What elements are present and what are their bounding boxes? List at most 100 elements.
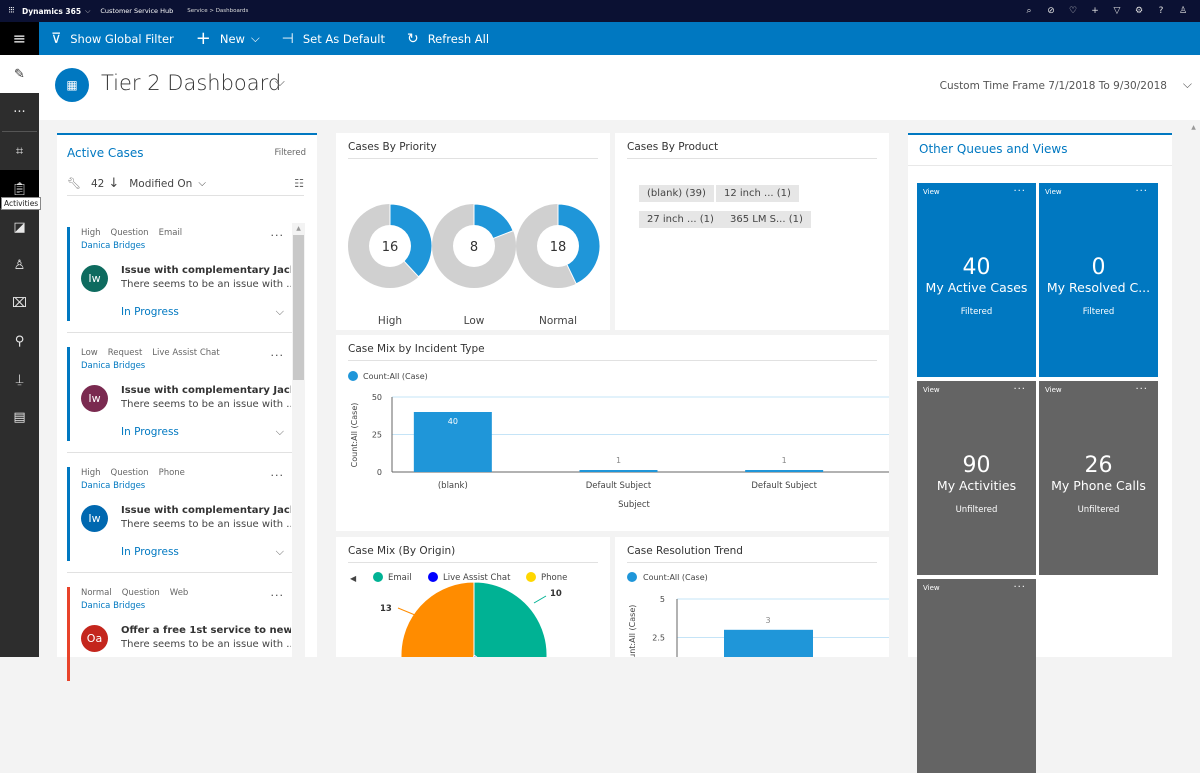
case-list-item[interactable]: Low Request Live Assist Chat Danica Bridges… [67,343,292,453]
case-subject[interactable]: Issue with complementary Jack... [121,505,291,516]
help-icon[interactable]: ? [1150,6,1172,16]
product-tag[interactable]: 27 inch ... (1) [639,211,722,228]
plus-icon[interactable]: + [1084,6,1106,16]
view-list-icon[interactable]: ☷ [294,177,304,190]
accounts-icon[interactable]: ⍊ [0,360,39,398]
expand-chevron-icon[interactable]: ⌵ [276,545,284,559]
case-list-item[interactable]: High Question Email Danica Bridges ··· Iw Issu… [67,223,292,333]
tile-view-label[interactable]: View [1045,386,1062,394]
y-tick-label: 5 [660,595,665,604]
case-owner-link[interactable]: Danica Bridges [81,241,145,251]
more-options-icon[interactable]: ··· [1013,384,1026,395]
legend-prev-icon[interactable]: ◀ [350,574,357,583]
more-options-icon[interactable]: ··· [1135,186,1148,197]
case-owner-link[interactable]: Danica Bridges [81,481,145,491]
queue-tile[interactable]: View ··· 0 My Resolved C... Filtered [1039,183,1158,377]
case-subject[interactable]: Issue with complementary Jack... [121,265,291,276]
tile-view-label[interactable]: View [1045,188,1062,196]
user-icon[interactable]: ♙ [1172,6,1194,16]
product-tag[interactable]: (blank) (39) [639,185,714,202]
scroll-up-icon[interactable]: ▲ [1187,124,1200,131]
product-tag[interactable]: 12 inch ... (1) [716,185,799,202]
legend-label[interactable]: Live Assist Chat [443,573,511,583]
pie-slice-email[interactable] [473,581,548,657]
case-list-item[interactable]: Normal Question Web Danica Bridges ··· Oa Offe… [67,583,292,693]
knowledge-icon[interactable]: ⚲ [0,322,39,360]
case-list-item[interactable]: High Question Phone Danica Bridges ··· Iw Issu… [67,463,292,573]
wrench-icon[interactable]: 🔧︎ [67,177,81,190]
more-options-icon[interactable]: ··· [271,229,285,242]
bar[interactable] [579,470,658,472]
more-options-icon[interactable]: ··· [271,349,285,362]
scrollbar-thumb[interactable] [293,235,304,380]
lightbulb-icon[interactable]: ♡ [1062,6,1084,16]
filter-icon[interactable]: ▽ [1106,6,1128,16]
case-status[interactable]: In Progress [121,306,179,318]
bar[interactable] [724,629,813,657]
case-subject[interactable]: Offer a free 1st service to new c... [121,625,291,636]
dashboards-icon[interactable]: ⌗ [0,132,39,170]
task-icon[interactable]: ⊘ [1040,6,1062,16]
queue-tile[interactable]: View ··· 26 My Phone Calls Unfiltered [1039,381,1158,575]
waffle-icon[interactable]: ⁝⁝⁝ [0,6,22,16]
queues-icon[interactable]: ⌧ [0,284,39,322]
queue-tile[interactable]: View ··· 40 My Active Cases Filtered [917,183,1036,377]
bar-value-label: 40 [448,417,458,426]
timeframe-chevron-icon[interactable]: ⌵ [1183,77,1192,92]
recent-icon[interactable]: ✎ [0,55,39,93]
x-tick-label: (blank) [438,481,468,491]
divider [67,572,292,573]
case-status[interactable]: In Progress [121,546,179,558]
legend-label[interactable]: Phone [541,573,567,583]
tile-view-label[interactable]: View [923,584,940,592]
pie-slice-web[interactable] [400,581,475,657]
case-subject[interactable]: Issue with complementary Jack... [121,385,291,396]
sort-field-chevron-icon[interactable]: ⌵ [198,178,206,189]
queue-tile[interactable]: View ··· [917,579,1036,773]
active-cases-scrollbar[interactable]: ▲ [292,223,305,659]
show-global-filter-button[interactable]: ⊽ Show Global Filter [51,31,174,47]
expand-chevron-icon[interactable]: ⌵ [276,425,284,439]
brand-chevron-icon[interactable]: ⌵ [85,7,90,16]
timeframe-selector[interactable]: Custom Time Frame 7/1/2018 To 9/30/2018 [940,80,1167,92]
other-queues-title[interactable]: Other Queues and Views [919,142,1068,156]
active-cases-title[interactable]: Active Cases [67,146,144,160]
search-icon[interactable]: ⌕ [1018,6,1040,16]
case-status[interactable]: In Progress [121,426,179,438]
more-options-icon[interactable]: ··· [1135,384,1148,395]
cases-icon[interactable]: ◪ [0,208,39,246]
page-title[interactable]: Tier 2 Dashboard [101,71,281,95]
more-options-icon[interactable]: ··· [1013,582,1026,593]
reports-icon[interactable]: ▤ [0,398,39,436]
hamburger-menu-icon[interactable]: ≡ [0,22,39,55]
queue-tile[interactable]: View ··· 90 My Activities Unfiltered [917,381,1036,575]
refresh-all-button[interactable]: ↻ Refresh All [407,31,489,47]
scroll-up-icon[interactable]: ▲ [292,225,305,232]
tile-view-label[interactable]: View [923,386,940,394]
page-scrollbar[interactable]: ▲ [1187,120,1200,657]
more-icon[interactable]: ··· [0,93,39,131]
y-tick-label: 2.5 [652,634,665,643]
expand-chevron-icon[interactable]: ⌵ [276,305,284,319]
case-owner-link[interactable]: Danica Bridges [81,361,145,371]
sort-direction-icon[interactable]: ↓ [108,176,119,191]
contacts-icon[interactable]: ♙ [0,246,39,284]
tile-view-label[interactable]: View [923,188,940,196]
more-options-icon[interactable]: ··· [271,589,285,602]
dashboard-selector-chevron-icon[interactable]: ⌵ [275,75,285,90]
set-as-default-button[interactable]: ⊣ Set As Default [282,31,385,47]
app-name[interactable]: Customer Service Hub [100,7,173,15]
bar[interactable] [745,470,824,472]
legend-label[interactable]: Count:All (Case) [643,573,708,582]
new-button[interactable]: + New ⌵ [196,28,260,49]
brand-name[interactable]: Dynamics 365 [22,7,81,16]
case-owner-link[interactable]: Danica Bridges [81,601,145,611]
more-options-icon[interactable]: ··· [271,469,285,482]
sort-field[interactable]: Modified On [129,178,192,190]
legend-label[interactable]: Email [388,573,412,583]
more-options-icon[interactable]: ··· [1013,186,1026,197]
product-tag[interactable]: 365 LM S... (1) [722,211,811,228]
legend-label[interactable]: Count:All (Case) [363,372,428,381]
settings-icon[interactable]: ⚙ [1128,6,1150,16]
case-priority: High [81,468,101,478]
